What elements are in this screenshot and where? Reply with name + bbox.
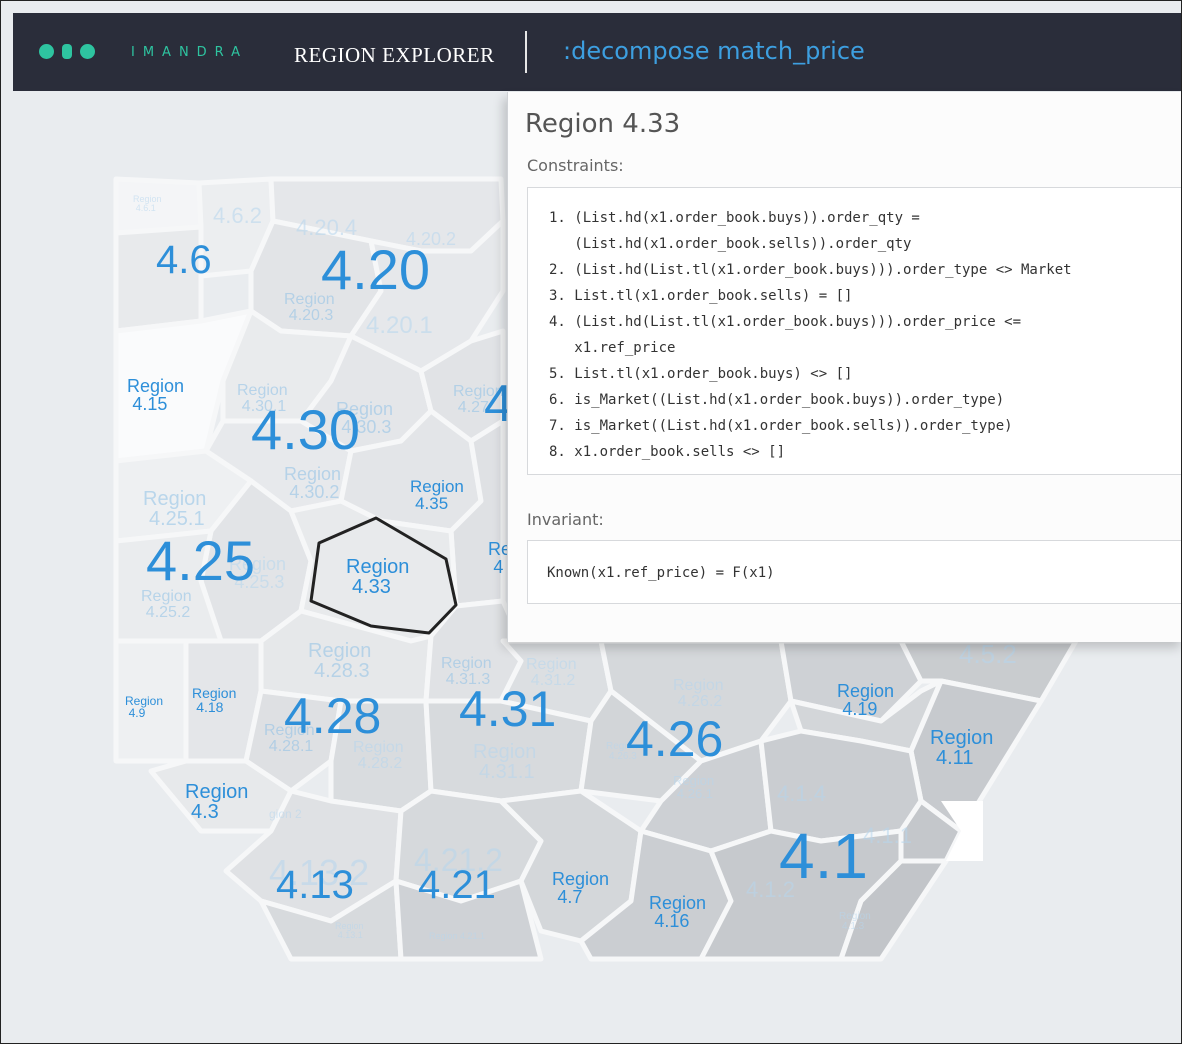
- logo-dot-icon: [39, 44, 54, 59]
- region-label: Region 4.21.1: [429, 931, 485, 941]
- region-label: Region 4.26.1: [673, 773, 714, 801]
- region-label: Region 4.28.3: [308, 640, 371, 682]
- invariant-text: Known(x1.ref_price) = F(x1): [547, 565, 775, 581]
- region-label: Region 4.20.3: [284, 291, 335, 324]
- region-cell[interactable]: [113, 176, 204, 236]
- logo-mark: [39, 44, 95, 59]
- top-bar: IMANDRA REGION EXPLORER :decompose match…: [13, 13, 1181, 91]
- region-label: 4.20.1: [366, 312, 433, 339]
- region-label: 4.1.1: [863, 823, 912, 848]
- region-label-big: 4.6: [156, 238, 212, 282]
- region-label: Region 4.26.2: [673, 677, 724, 710]
- header-divider: [525, 31, 527, 73]
- command-text[interactable]: :decompose match_price: [563, 37, 865, 65]
- region-label-big: 4.30: [251, 398, 360, 461]
- region-label: 4.20.4: [296, 215, 357, 240]
- region-label: Region 4.31.1: [473, 741, 536, 783]
- region-label: Region 4.13.1: [335, 921, 364, 940]
- region-detail-panel: Region 4.33 Constraints: 1. (List.hd(x1.…: [507, 92, 1181, 642]
- region-label: Region 4.25.2: [141, 588, 192, 621]
- region-label: gion 2: [269, 807, 302, 821]
- invariant-label: Invariant:: [527, 510, 604, 529]
- brand-name: IMANDRA: [131, 45, 249, 60]
- logo-pill-icon: [62, 44, 72, 59]
- app-window: .cell { stroke:#f6f7f8; stroke-width:5; …: [0, 0, 1182, 1044]
- constraints-label: Constraints:: [527, 156, 624, 175]
- region-label-big: 4.13: [276, 863, 354, 907]
- region-label-big: 4.28: [284, 688, 381, 744]
- constraints-box: 1. (List.hd(x1.order_book.buys)).order_q…: [527, 187, 1181, 475]
- constraint-line: x1.ref_price: [549, 340, 676, 356]
- constraint-line: 4. (List.hd(List.tl(x1.order_book.buys))…: [549, 314, 1022, 330]
- constraint-line: (List.hd(x1.order_book.sells)).order_qty: [549, 236, 912, 252]
- region-label: 4.1.4: [777, 781, 826, 806]
- constraint-line: 1. (List.hd(x1.order_book.buys)).order_q…: [549, 210, 920, 226]
- constraint-line: 3. List.tl(x1.order_book.sells) = []: [549, 288, 853, 304]
- app-title: REGION EXPLORER: [294, 43, 495, 67]
- region-label-big: 4.25: [146, 529, 255, 592]
- logo-dot-icon: [80, 44, 95, 59]
- region-label-big: 4.20: [321, 238, 430, 301]
- constraint-line: 2. (List.hd(List.tl(x1.order_book.buys))…: [549, 262, 1072, 278]
- region-label: Region 4.25.1: [143, 488, 206, 530]
- region-label: Region 4.28.2: [353, 739, 404, 772]
- region-label: 4.5.2: [959, 639, 1017, 669]
- region-label: 4.6.2: [213, 203, 262, 228]
- panel-title: Region 4.33: [525, 109, 681, 139]
- constraint-line: 8. x1.order_book.sells <> []: [549, 444, 786, 460]
- region-label-big: 4.21: [418, 863, 496, 907]
- constraint-line: 6. is_Market((List.hd(x1.order_book.buys…: [549, 392, 1005, 408]
- region-label-big: 4.26: [626, 711, 723, 767]
- constraint-line: 5. List.tl(x1.order_book.buys) <> []: [549, 366, 853, 382]
- region-label: 4.1.2: [746, 877, 795, 902]
- invariant-box: Known(x1.ref_price) = F(x1): [527, 540, 1181, 604]
- constraint-line: 7. is_Market((List.hd(x1.order_book.sell…: [549, 418, 1013, 434]
- region-label: Region 4.30.2: [284, 464, 341, 502]
- region-label-big: 4.31: [459, 681, 556, 737]
